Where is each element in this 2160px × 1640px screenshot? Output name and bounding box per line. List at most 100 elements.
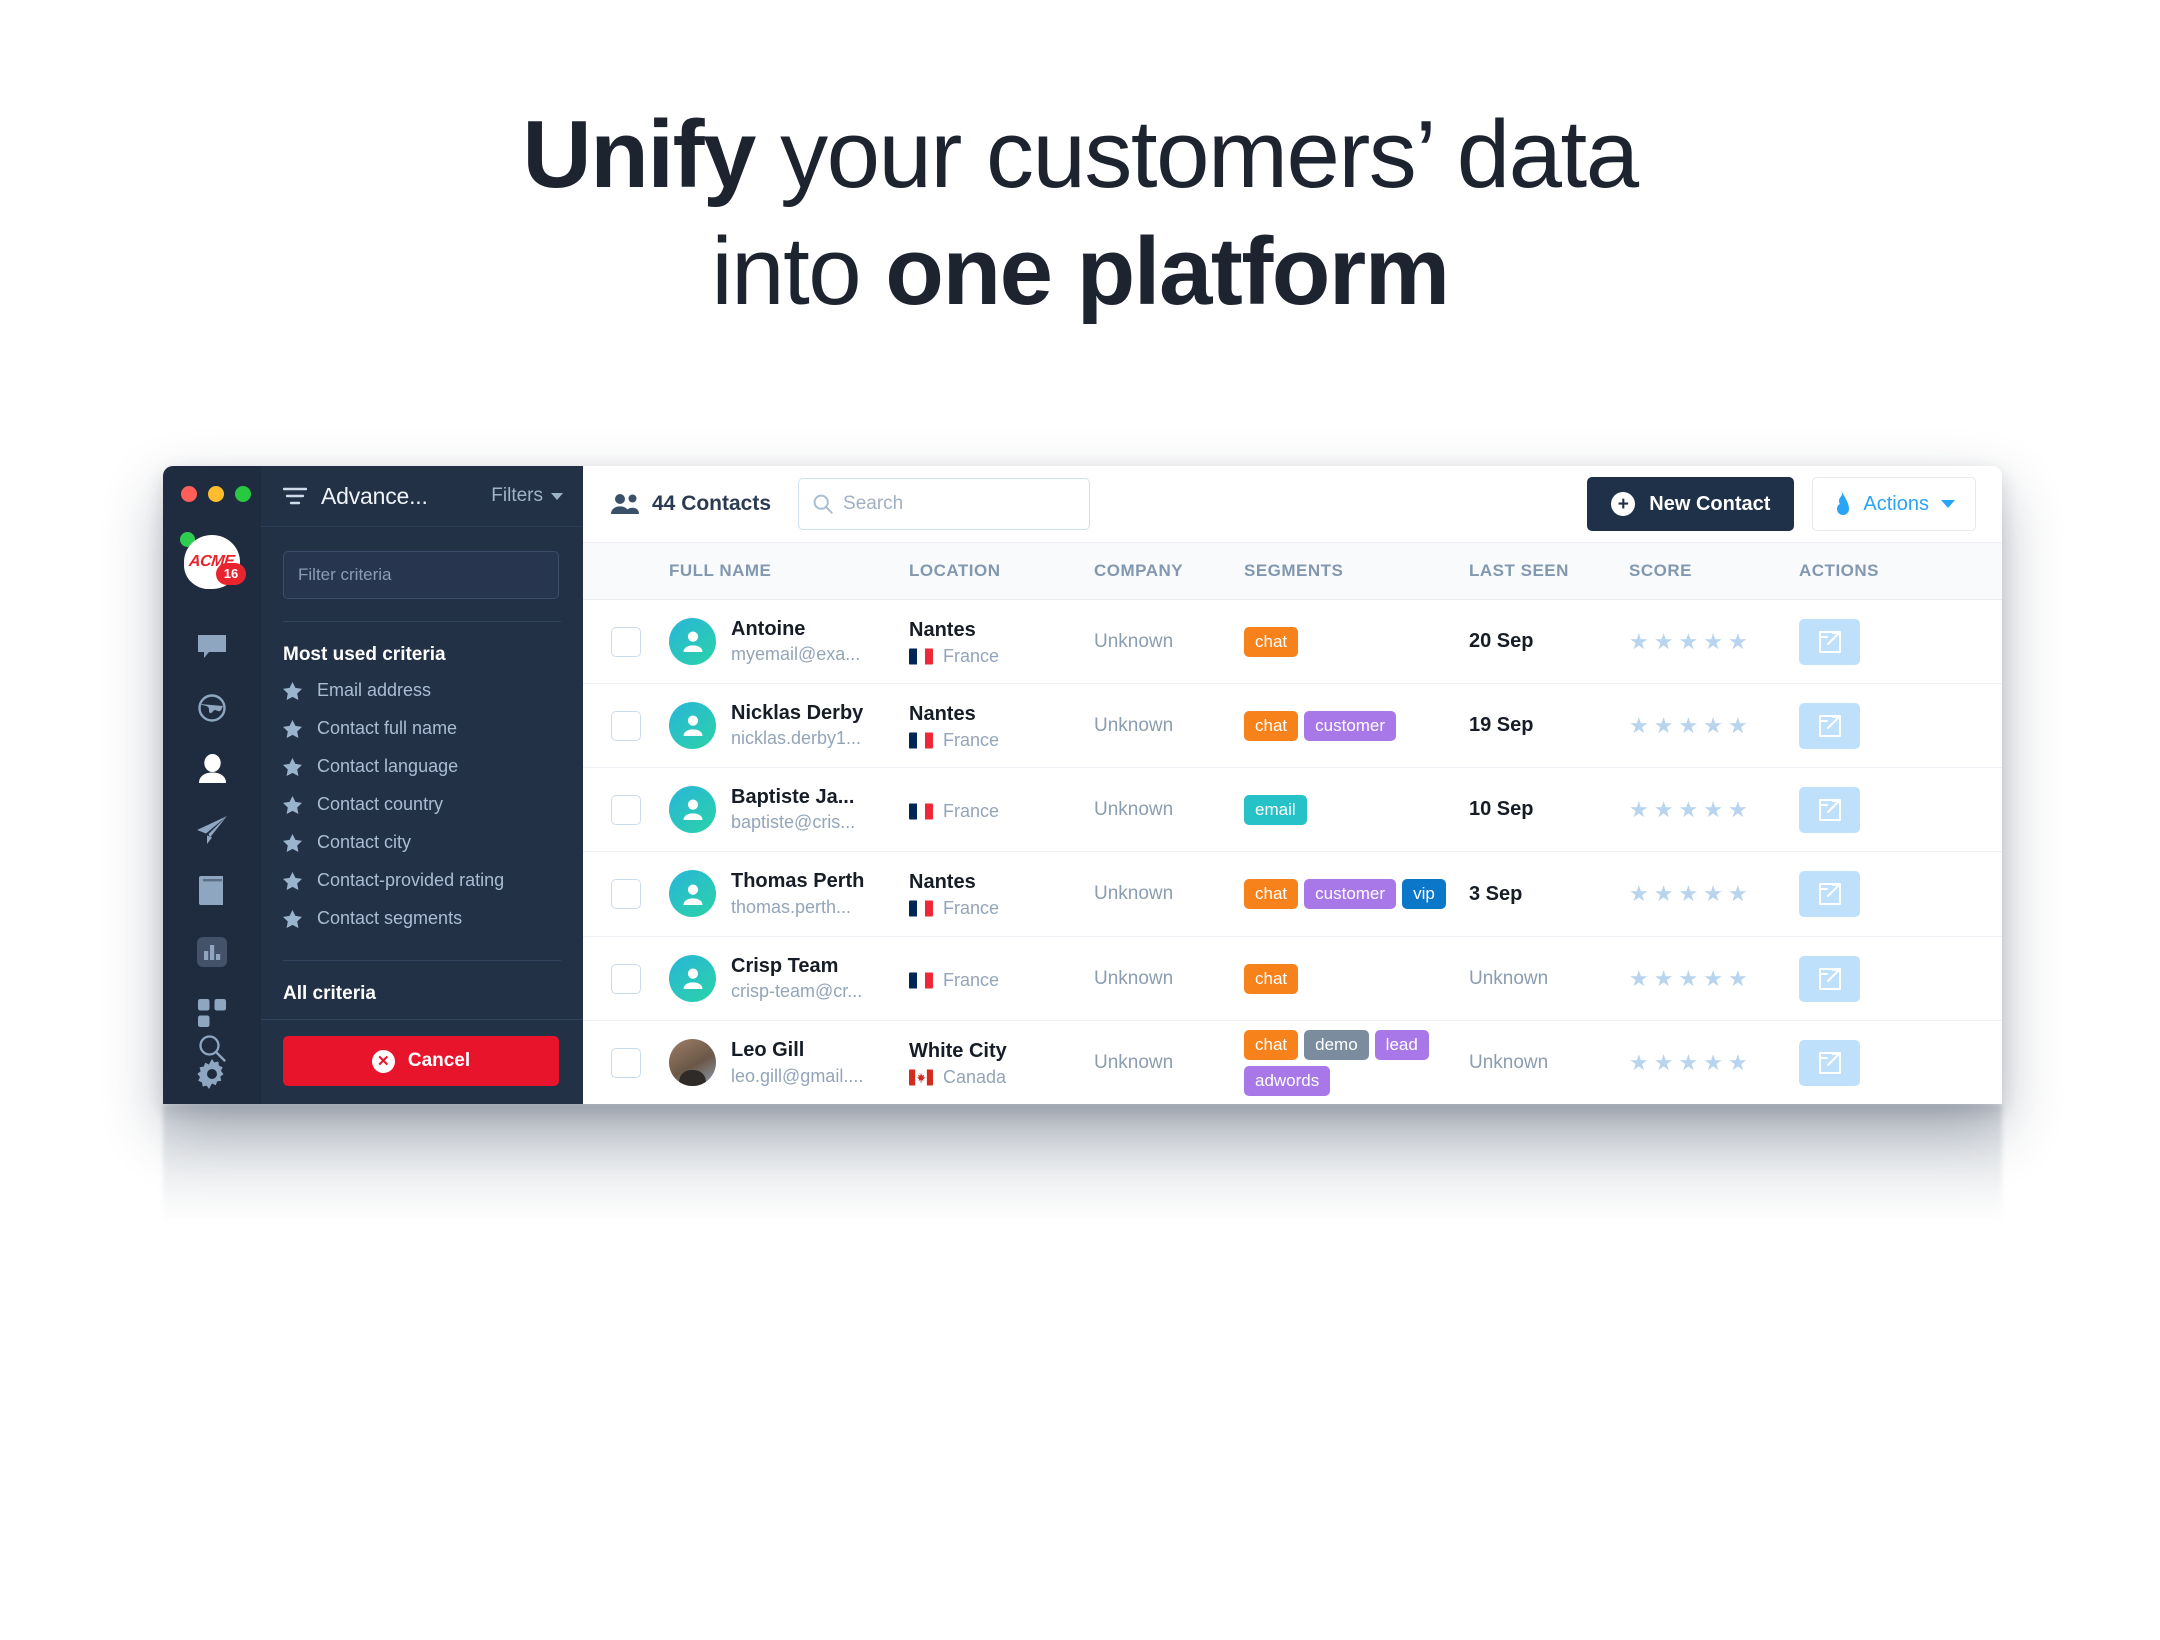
cell-actions [1799, 618, 1959, 665]
search-input[interactable] [843, 493, 1076, 515]
star-icon[interactable]: ★ [1728, 714, 1748, 737]
segment-tag[interactable]: chat [1244, 710, 1299, 741]
segment-tag[interactable]: lead [1374, 1030, 1429, 1060]
filter-lines-icon [283, 487, 307, 505]
star-icon[interactable]: ★ [1629, 630, 1649, 653]
star-icon[interactable]: ★ [1728, 1052, 1748, 1074]
segment-tag[interactable]: chat [1244, 626, 1299, 657]
segments-list: chat [1244, 963, 1459, 994]
external-link-icon [1818, 714, 1841, 737]
criteria-item-contact-city[interactable]: Contact city [283, 824, 561, 862]
open-contact-button[interactable] [1799, 1040, 1860, 1086]
segment-tag[interactable]: chat [1244, 879, 1299, 909]
table-row[interactable]: Crisp Team crisp-team@cr... France Unkno… [583, 937, 2002, 1021]
row-checkbox[interactable] [611, 626, 641, 657]
row-checkbox[interactable] [611, 794, 641, 825]
star-icon[interactable]: ★ [1678, 798, 1698, 821]
segment-tag[interactable]: chat [1244, 1030, 1299, 1060]
star-icon[interactable]: ★ [1654, 714, 1674, 737]
star-icon[interactable]: ★ [1728, 883, 1748, 905]
segment-tag[interactable]: email [1244, 794, 1307, 825]
star-icon[interactable]: ★ [1629, 883, 1649, 905]
filters-dropdown[interactable]: Filters [491, 485, 563, 507]
criteria-item-email-address[interactable]: Email address [283, 672, 561, 710]
search-icon [199, 1034, 226, 1062]
star-icon[interactable]: ★ [1678, 714, 1698, 737]
cancel-button[interactable]: ✕ Cancel [283, 1036, 559, 1086]
column-full-name[interactable]: FULL NAME [669, 561, 909, 581]
table-row[interactable]: Leo Gill leo.gill@gmail.... White City C… [583, 1021, 2002, 1104]
star-icon[interactable]: ★ [1703, 967, 1723, 990]
star-icon[interactable]: ★ [1629, 714, 1649, 737]
star-icon[interactable]: ★ [1703, 798, 1723, 821]
column-segments[interactable]: SEGMENTS [1244, 561, 1469, 581]
row-checkbox-cell [583, 626, 669, 657]
all-criteria-item-email-address[interactable]: Email address [283, 1011, 561, 1020]
table-row[interactable]: Antoine myemail@exa... Nantes France Unk… [583, 600, 2002, 684]
row-checkbox[interactable] [611, 1048, 641, 1078]
star-icon[interactable]: ★ [1703, 883, 1723, 905]
star-icon[interactable]: ★ [1654, 630, 1674, 653]
column-last-seen[interactable]: LAST SEEN [1469, 561, 1629, 581]
star-icon[interactable]: ★ [1678, 1052, 1698, 1074]
table-row[interactable]: Thomas Perth thomas.perth... Nantes Fran… [583, 852, 2002, 937]
criteria-item-contact-country[interactable]: Contact country [283, 786, 561, 824]
criteria-item-contact-full-name[interactable]: Contact full name [283, 710, 561, 748]
sidebar-item-analytics[interactable] [163, 921, 261, 982]
sidebar-item-chat[interactable] [163, 616, 261, 677]
star-icon[interactable]: ★ [1629, 967, 1649, 990]
segment-tag[interactable]: chat [1244, 963, 1299, 994]
open-contact-button[interactable] [1799, 786, 1860, 833]
filter-criteria-input[interactable] [283, 551, 559, 599]
star-icon[interactable]: ★ [1654, 1052, 1674, 1074]
new-contact-button[interactable]: + New Contact [1587, 477, 1795, 531]
table-row[interactable]: Baptiste Ja... baptiste@cris... France U… [583, 768, 2002, 852]
sidebar-item-search[interactable] [163, 1017, 261, 1078]
star-icon[interactable]: ★ [1678, 630, 1698, 653]
star-icon[interactable]: ★ [1678, 883, 1698, 905]
zoom-button[interactable] [235, 486, 251, 502]
close-button[interactable] [181, 486, 197, 502]
star-icon[interactable]: ★ [1654, 798, 1674, 821]
row-checkbox[interactable] [611, 879, 641, 909]
star-icon[interactable]: ★ [1728, 967, 1748, 990]
star-icon[interactable]: ★ [1629, 798, 1649, 821]
star-icon[interactable]: ★ [1728, 630, 1748, 653]
avatar [669, 701, 716, 749]
open-contact-button[interactable] [1799, 955, 1860, 1002]
star-icon[interactable]: ★ [1654, 967, 1674, 990]
criteria-item-contact-provided-rating[interactable]: Contact-provided rating [283, 862, 561, 900]
row-checkbox[interactable] [611, 710, 641, 741]
criteria-item-contact-language[interactable]: Contact language [283, 748, 561, 786]
sidebar-item-campaigns[interactable] [163, 799, 261, 860]
sidebar-item-visitors[interactable] [163, 677, 261, 738]
star-icon[interactable]: ★ [1703, 1052, 1723, 1074]
segment-tag[interactable]: customer [1304, 710, 1397, 741]
cell-company: Unknown [1094, 883, 1244, 905]
column-score[interactable]: SCORE [1629, 561, 1799, 581]
star-icon[interactable]: ★ [1678, 967, 1698, 990]
sidebar-item-contacts[interactable] [163, 738, 261, 799]
segment-tag[interactable]: customer [1304, 879, 1397, 909]
star-icon[interactable]: ★ [1654, 883, 1674, 905]
segment-tag[interactable]: vip [1402, 879, 1446, 909]
star-icon[interactable]: ★ [1629, 1052, 1649, 1074]
table-row[interactable]: Nicklas Derby nicklas.derby1... Nantes F… [583, 684, 2002, 768]
segment-tag[interactable]: adwords [1244, 1066, 1331, 1096]
search-box[interactable] [798, 478, 1091, 530]
open-contact-button[interactable] [1799, 618, 1860, 665]
sidebar-item-helpdesk[interactable] [163, 860, 261, 921]
segment-tag[interactable]: demo [1304, 1030, 1369, 1060]
star-icon[interactable]: ★ [1703, 630, 1723, 653]
column-location[interactable]: LOCATION [909, 561, 1094, 581]
open-contact-button[interactable] [1799, 702, 1860, 749]
star-icon[interactable]: ★ [1703, 714, 1723, 737]
column-company[interactable]: COMPANY [1094, 561, 1244, 581]
actions-button[interactable]: Actions [1812, 477, 1976, 531]
open-contact-button[interactable] [1799, 871, 1860, 917]
row-checkbox[interactable] [611, 963, 641, 994]
criteria-item-contact-segments[interactable]: Contact segments [283, 900, 561, 938]
brand-avatar[interactable]: ACME 16 [180, 532, 246, 589]
minimize-button[interactable] [208, 486, 224, 502]
star-icon[interactable]: ★ [1728, 798, 1748, 821]
